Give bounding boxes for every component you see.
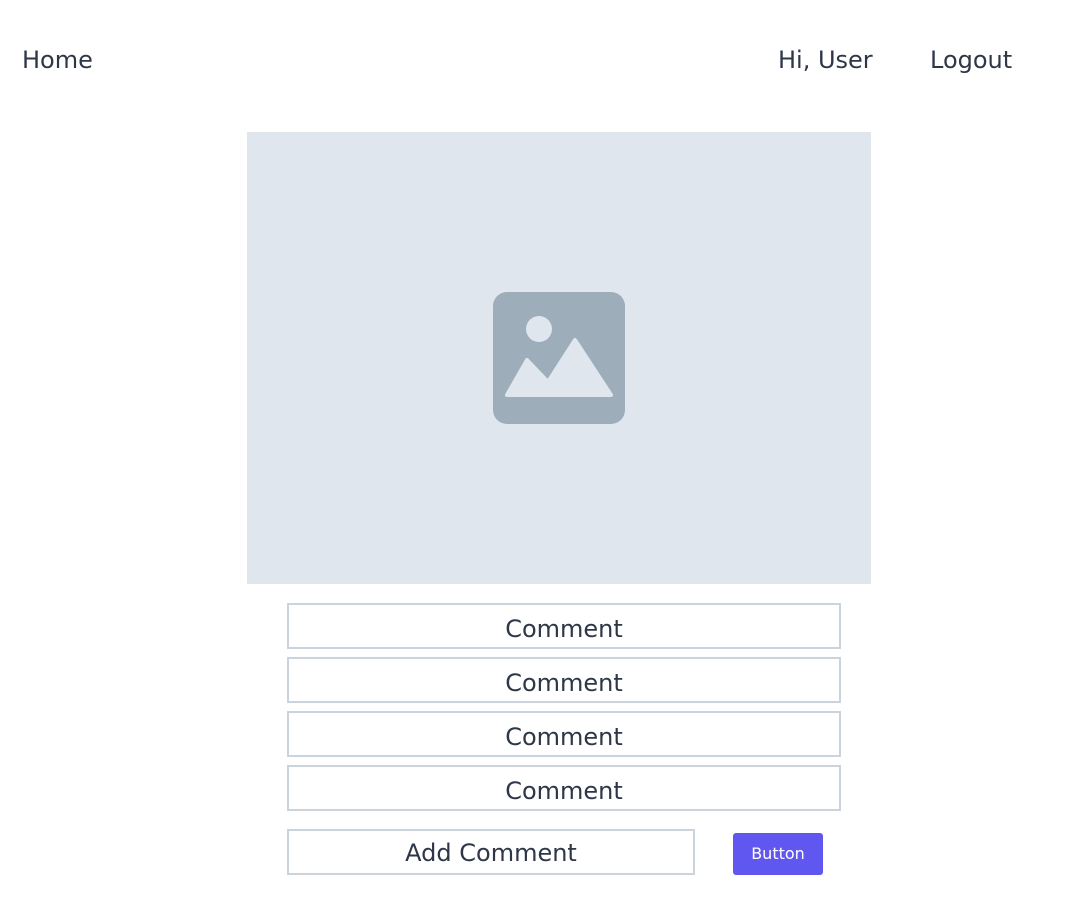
logout-link[interactable]: Logout <box>930 44 1012 76</box>
user-greeting: Hi, User <box>778 46 873 74</box>
image-placeholder-icon <box>493 292 625 424</box>
add-comment-input[interactable]: Add Comment <box>287 829 695 875</box>
submit-comment-button[interactable]: Button <box>733 833 823 875</box>
post-image <box>247 132 871 584</box>
comment-item: Comment <box>287 657 841 703</box>
comment-item: Comment <box>287 603 841 649</box>
comment-item: Comment <box>287 765 841 811</box>
comment-item: Comment <box>287 711 841 757</box>
home-link[interactable]: Home <box>22 44 93 76</box>
